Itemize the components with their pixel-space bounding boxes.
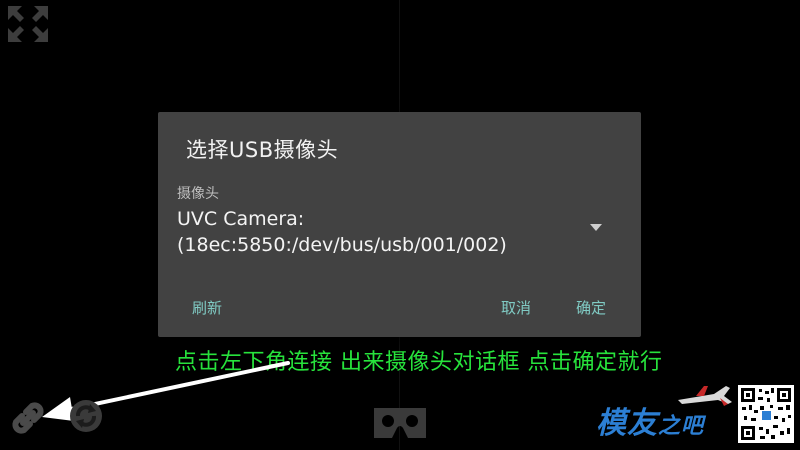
sync-icon: [70, 400, 102, 432]
ok-button[interactable]: 确定: [576, 297, 606, 318]
site-watermark: 模友之吧: [596, 398, 704, 442]
connect-button[interactable]: [8, 398, 48, 438]
select-usb-camera-dialog: 选择USB摄像头 摄像头 UVC Camera:(18ec:5850:/dev/…: [158, 112, 641, 337]
camera-field-label: 摄像头: [177, 186, 219, 202]
watermark-brand: 模友: [596, 406, 658, 441]
fullscreen-button[interactable]: [6, 4, 50, 44]
camera-select[interactable]: UVC Camera:(18ec:5850:/dev/bus/usb/001/0…: [177, 206, 567, 258]
dropdown-arrow-icon[interactable]: [590, 224, 602, 232]
sync-button[interactable]: [66, 396, 106, 436]
watermark-brand-suffix: 之吧: [658, 414, 705, 439]
vr-mode-button[interactable]: [370, 404, 430, 442]
refresh-button[interactable]: 刷新: [192, 297, 222, 318]
qr-code-icon: [741, 388, 791, 440]
vr-headset-icon: [374, 408, 426, 438]
link-icon: [12, 402, 44, 434]
cancel-button[interactable]: 取消: [501, 297, 531, 318]
dialog-title: 选择USB摄像头: [186, 138, 339, 162]
qr-code: [738, 385, 794, 443]
fullscreen-icon: [8, 6, 48, 42]
